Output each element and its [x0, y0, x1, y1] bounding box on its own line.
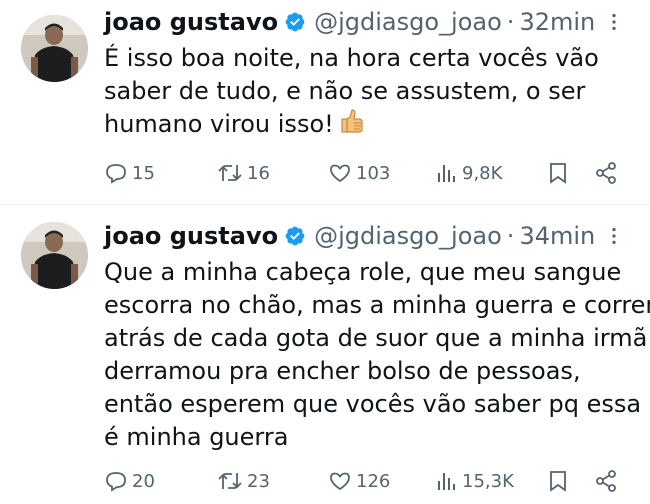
- bookmark-button[interactable]: [546, 466, 570, 496]
- retweet-icon: [217, 469, 243, 493]
- retweet-icon: [217, 161, 243, 185]
- views-count: 9,8K: [462, 162, 503, 184]
- tweet-text-line: derramou pra encher bolso de pessoas,: [104, 357, 581, 385]
- tweet-text-segment: humano virou isso!: [104, 110, 334, 138]
- tweet-text-line: Que a minha cabeça role, que meu sangue: [104, 258, 622, 286]
- separator: ·: [506, 8, 515, 36]
- action-bar: 20 23 126 15,3K: [104, 466, 624, 496]
- tweet-text: Que a minha cabeça role, que meu sangue …: [104, 256, 650, 454]
- tweet-text-line: então esperem que vocês vão saber pq ess…: [104, 390, 642, 418]
- views-icon: [436, 161, 458, 185]
- tweet-header: joao gustavo @jgdiasgo_joao · 32min: [104, 4, 630, 40]
- tweet-text: É isso boa noite, na hora certa vocês vã…: [104, 42, 624, 143]
- tweet-text-line: saber de tudo, e não se assustem, o ser: [104, 77, 586, 105]
- views-button[interactable]: 9,8K: [436, 158, 502, 188]
- like-button[interactable]: 126: [328, 466, 390, 496]
- thumbs-up-emoji: [340, 108, 364, 143]
- like-button[interactable]: 103: [328, 158, 390, 188]
- reply-count: 20: [132, 470, 155, 492]
- bookmark-icon: [546, 469, 570, 493]
- verified-badge-icon: [284, 11, 306, 33]
- verified-badge-icon: [284, 225, 306, 247]
- tweet[interactable]: joao gustavo @jgdiasgo_joao · 34min Que …: [0, 204, 650, 504]
- views-count: 15,3K: [462, 470, 514, 492]
- tweet-text-line: atrás de cada gota de suor que a minha i…: [104, 324, 648, 352]
- bookmark-icon: [546, 161, 570, 185]
- retweet-count: 16: [247, 162, 270, 184]
- avatar[interactable]: [21, 222, 88, 289]
- retweet-count: 23: [247, 470, 270, 492]
- action-bar: 15 16 103 9,8K: [104, 158, 624, 188]
- author-handle[interactable]: @jgdiasgo_joao: [314, 222, 502, 250]
- bookmark-button[interactable]: [546, 158, 570, 188]
- more-icon[interactable]: [598, 220, 630, 252]
- like-count: 126: [356, 470, 391, 492]
- share-button[interactable]: [594, 466, 618, 496]
- timestamp[interactable]: 32min: [519, 8, 595, 36]
- share-icon: [594, 469, 618, 493]
- tweet-text-line: humano virou isso!: [104, 108, 624, 143]
- divider: [0, 204, 650, 205]
- tweet-header: joao gustavo @jgdiasgo_joao · 34min: [104, 218, 630, 254]
- reply-button[interactable]: 15: [104, 158, 155, 188]
- tweet-text-line: é minha guerra: [104, 423, 289, 451]
- like-icon: [328, 161, 352, 185]
- author-handle[interactable]: @jgdiasgo_joao: [314, 8, 502, 36]
- avatar[interactable]: [21, 15, 88, 82]
- like-count: 103: [356, 162, 391, 184]
- like-icon: [328, 469, 352, 493]
- retweet-button[interactable]: 16: [217, 158, 270, 188]
- author-name[interactable]: joao gustavo: [104, 8, 278, 36]
- views-icon: [436, 469, 458, 493]
- reply-icon: [104, 161, 128, 185]
- reply-button[interactable]: 20: [104, 466, 155, 496]
- author-name[interactable]: joao gustavo: [104, 222, 278, 250]
- views-button[interactable]: 15,3K: [436, 466, 514, 496]
- tweet[interactable]: joao gustavo @jgdiasgo_joao · 32min É is…: [0, 0, 650, 204]
- share-icon: [594, 161, 618, 185]
- reply-count: 15: [132, 162, 155, 184]
- retweet-button[interactable]: 23: [217, 466, 270, 496]
- separator: ·: [506, 222, 515, 250]
- more-icon[interactable]: [598, 6, 630, 38]
- tweet-text-line: É isso boa noite, na hora certa vocês vã…: [104, 44, 599, 72]
- share-button[interactable]: [594, 158, 618, 188]
- timestamp[interactable]: 34min: [519, 222, 595, 250]
- tweet-text-line: escorra no chão, mas a minha guerra e co…: [104, 291, 650, 319]
- reply-icon: [104, 469, 128, 493]
